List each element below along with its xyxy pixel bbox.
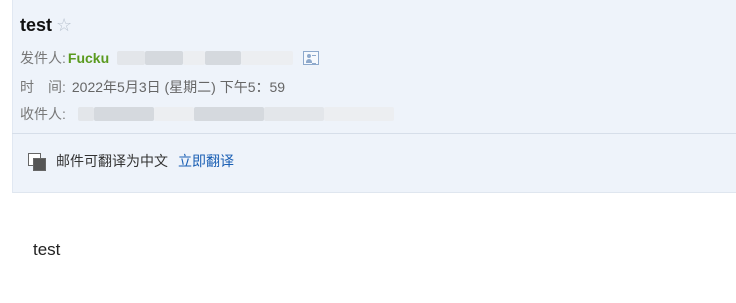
subject-row: test ☆ — [20, 14, 72, 36]
sender-name[interactable]: Fucku — [68, 50, 109, 66]
redacted-sender-address — [241, 51, 294, 65]
translate-icon — [28, 153, 46, 171]
time-row: 时 间: 2022年5月3日 (星期二) 下午5：59 — [20, 77, 285, 97]
redacted-sender-address — [117, 51, 146, 65]
time-label: 时 间: — [20, 79, 66, 95]
from-label: 发件人: — [20, 50, 66, 66]
from-row: 发件人: Fucku — [20, 48, 320, 68]
redacted-sender-address — [205, 51, 242, 65]
header-divider — [12, 133, 736, 134]
translate-prompt: 邮件可翻译为中文 — [56, 153, 168, 169]
to-row: 收件人: — [20, 104, 394, 124]
to-label: 收件人: — [20, 106, 66, 122]
redacted-sender-address — [183, 51, 206, 65]
redacted-recipient — [193, 107, 264, 121]
add-contact-icon[interactable] — [303, 51, 320, 65]
time-value: 2022年5月3日 (星期二) 下午5：59 — [71, 79, 286, 95]
redacted-recipient — [77, 107, 94, 121]
star-icon[interactable]: ☆ — [56, 16, 72, 34]
redacted-sender-address — [145, 51, 184, 65]
redacted-recipient — [263, 107, 324, 121]
redacted-recipient — [323, 107, 394, 121]
redacted-recipient — [153, 107, 194, 121]
redacted-recipient — [93, 107, 154, 121]
translate-now-link[interactable]: 立即翻译 — [178, 151, 234, 171]
translate-bar: 邮件可翻译为中文 立即翻译 — [28, 151, 234, 171]
email-body: test — [33, 240, 61, 259]
email-subject: test — [20, 14, 53, 35]
